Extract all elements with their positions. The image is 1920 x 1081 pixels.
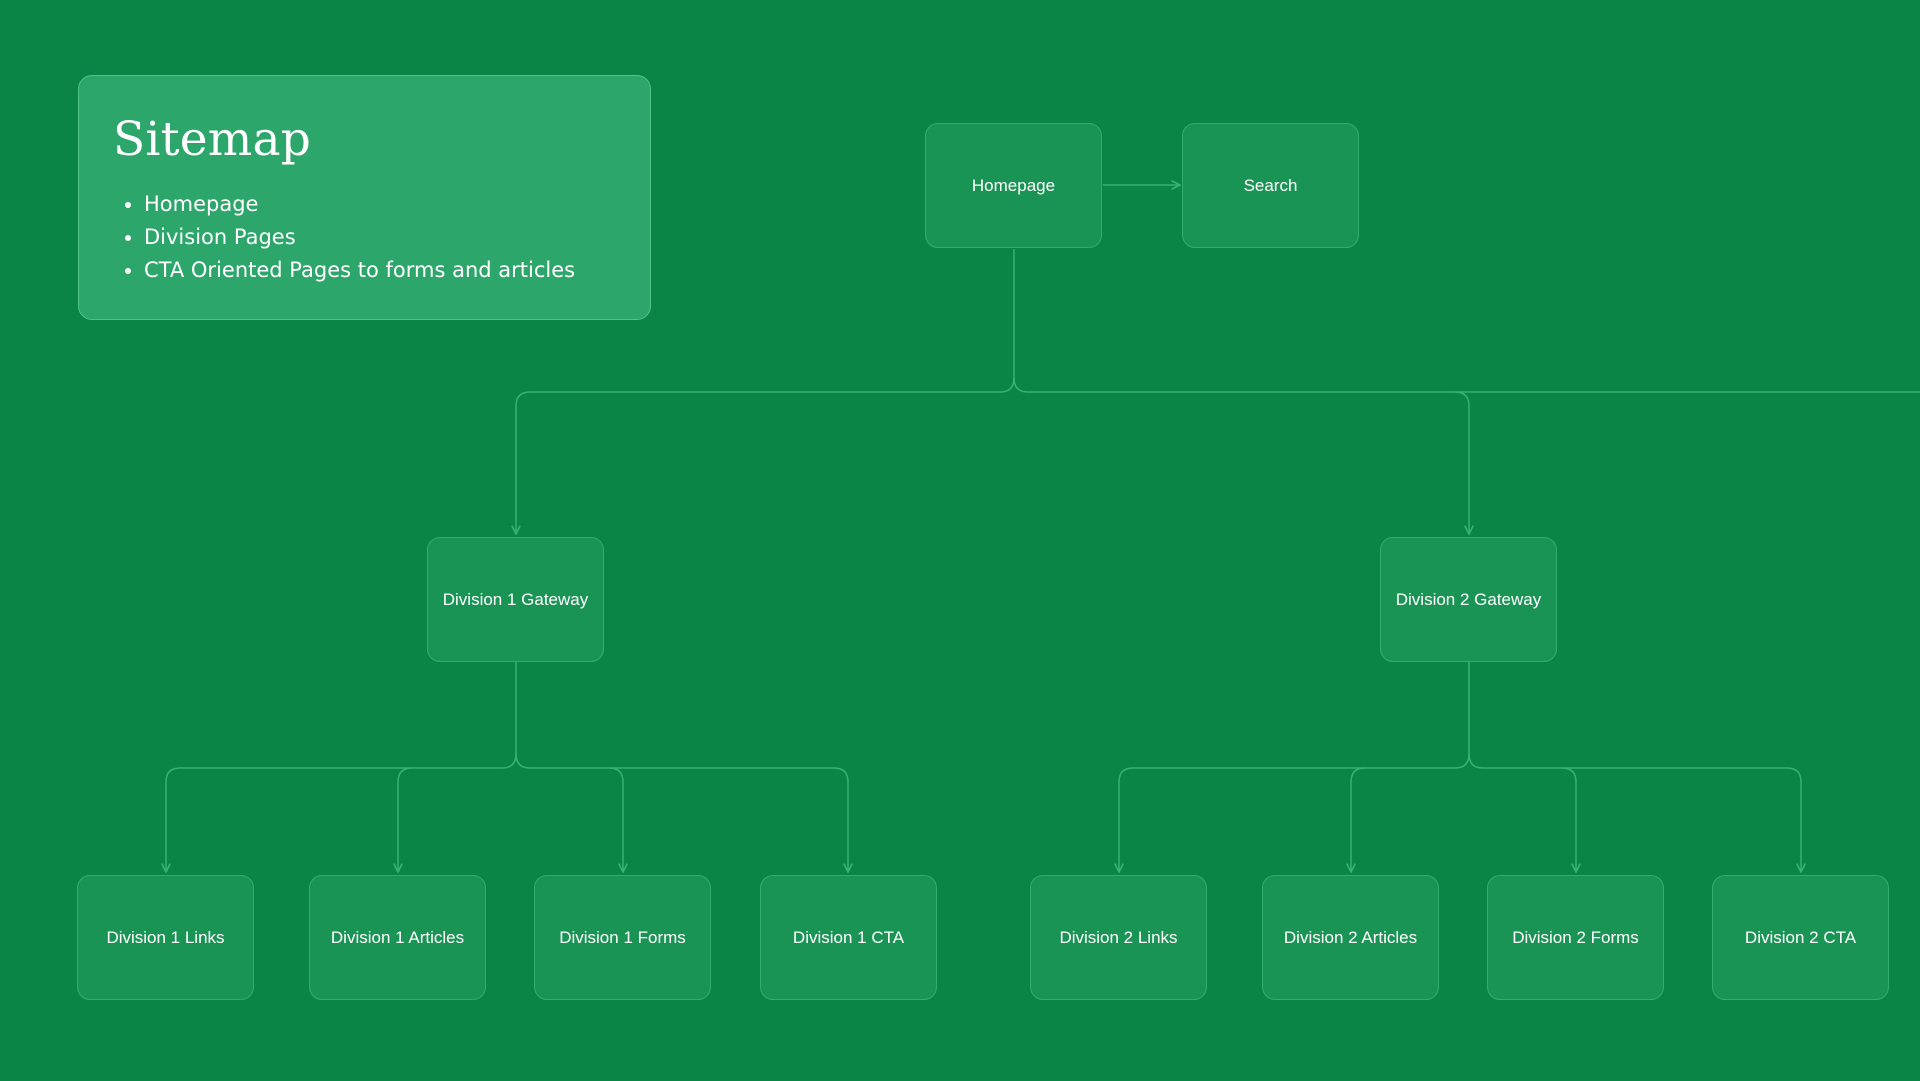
homepage-node[interactable]: Homepage xyxy=(925,123,1102,248)
diagram-canvas: Sitemap Homepage Division Pages CTA Orie… xyxy=(0,0,1920,1081)
sitemap-summary-item-homepage: Homepage xyxy=(144,188,616,221)
sitemap-summary-item-cta-pages: CTA Oriented Pages to forms and articles xyxy=(144,254,616,287)
sitemap-title: Sitemap xyxy=(113,112,312,167)
sitemap-summary-item-division-pages: Division Pages xyxy=(144,221,616,254)
division-1-gateway-node[interactable]: Division 1 Gateway xyxy=(427,537,604,662)
connector-division-2-to-forms xyxy=(1561,767,1576,872)
sitemap-summary-list: Homepage Division Pages CTA Oriented Pag… xyxy=(113,188,616,287)
connector-division-1-to-links xyxy=(166,753,517,872)
connector-division-1-to-forms xyxy=(608,767,623,872)
division-2-articles-node[interactable]: Division 2 Articles xyxy=(1262,875,1439,1000)
division-1-articles-node[interactable]: Division 1 Articles xyxy=(309,875,486,1000)
division-2-cta-node[interactable]: Division 2 CTA xyxy=(1712,875,1889,1000)
sitemap-info-card: Sitemap Homepage Division Pages CTA Orie… xyxy=(78,75,651,320)
division-2-forms-node[interactable]: Division 2 Forms xyxy=(1487,875,1664,1000)
division-1-forms-node[interactable]: Division 1 Forms xyxy=(534,875,711,1000)
division-2-gateway-node[interactable]: Division 2 Gateway xyxy=(1380,537,1557,662)
connector-division-2-to-forms-and-cta xyxy=(1468,753,1801,872)
connector-division-2-to-links xyxy=(1119,753,1470,872)
connector-division-2-to-articles xyxy=(1351,767,1366,872)
search-node[interactable]: Search xyxy=(1182,123,1359,248)
division-2-links-node[interactable]: Division 2 Links xyxy=(1030,875,1207,1000)
connector-division-1-to-forms-and-cta xyxy=(515,753,848,872)
connector-division-1-to-articles xyxy=(398,767,413,872)
division-1-links-node[interactable]: Division 1 Links xyxy=(77,875,254,1000)
division-1-cta-node[interactable]: Division 1 CTA xyxy=(760,875,937,1000)
connector-homepage-to-division-2-gateway xyxy=(1013,377,1469,534)
connector-homepage-to-division-1-gateway xyxy=(516,377,1015,534)
